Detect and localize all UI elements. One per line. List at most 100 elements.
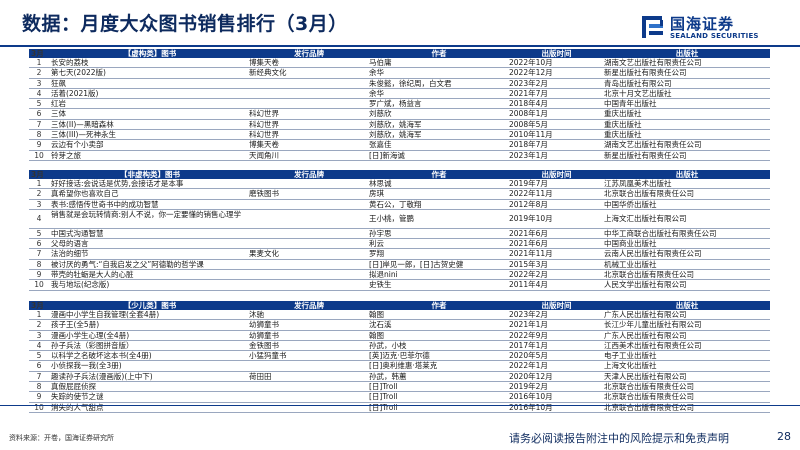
- cell-title: 失踪的使节之谜: [51, 392, 104, 402]
- cell-date: 2012年8月: [509, 199, 548, 209]
- cell-publisher: [249, 382, 369, 391]
- cell-publisher: [249, 99, 369, 108]
- cell-title: 狂飙: [51, 78, 66, 88]
- table-row: 9 云边有个小卖部 博集天卷 张嘉佳 2018年7月 湖南文艺出版社有限责任公司: [29, 140, 770, 151]
- cell-press: 湖南文艺出版社有限责任公司: [604, 140, 702, 150]
- cell-author: [英]迈克·巴菲尔德: [369, 351, 430, 361]
- header-cell-title: 【虚构类】图书: [123, 49, 177, 58]
- logo-name-en: SEALAND SECURITIES: [670, 32, 759, 40]
- table-row: 5 红岩 罗广斌，杨益言 2018年4月 中国青年出版社: [29, 99, 770, 110]
- cell-author: 史铁生: [369, 280, 392, 290]
- cell-rank: 1: [36, 179, 42, 188]
- cell-date: 2023年1月: [509, 150, 548, 160]
- cell-press: 中国商业出版社: [604, 239, 657, 249]
- table-row: 1 好好接话:会说话是优势,会接话才是本事 林思诚 2019年7月 江苏凤凰美术出版社: [29, 179, 770, 190]
- cell-press: 人民文学出版社有限公司: [604, 280, 687, 290]
- table-row: 10 铃芽之旅 天闻角川 [日]新海诚 2023年1月 新星出版社有限责任公司: [29, 151, 770, 161]
- cell-publisher: [249, 210, 369, 228]
- header-cell-press: 出版社: [675, 170, 699, 179]
- cell-rank: 1: [36, 58, 42, 67]
- cell-author: 沈石溪: [369, 320, 392, 330]
- cell-rank: 8: [36, 259, 42, 269]
- cell-title: 孙子兵法（彩图拼音版）: [51, 340, 134, 350]
- table-header: 3月 【虚构类】图书 发行品牌 作者 出版时间 出版社: [29, 49, 770, 58]
- cell-rank: 7: [36, 371, 42, 381]
- cell-author: [日]岸见一郎，[日]古贺史健: [369, 259, 464, 269]
- table-row: 9 带壳的牡蛎是大人的心脏 拟退nini 2022年2月 北京联合出版有限责任公司: [29, 270, 770, 281]
- table-row: 1 漫画中小学生自我管理(全套4册) 沐驰 翰图 2023年2月 广东人民出版社有限公司: [29, 310, 770, 321]
- cell-press: 湖南文艺出版社有限责任公司: [604, 58, 702, 67]
- cell-date: 2022年12月: [509, 68, 553, 78]
- cell-rank: 5: [36, 228, 42, 238]
- cell-author: 张嘉佳: [369, 140, 392, 150]
- header-cell-title: 【少儿类】图书: [123, 301, 177, 310]
- cell-date: 2019年10月: [509, 213, 553, 223]
- cell-author: 利云: [369, 239, 384, 249]
- table-row: 3 狂飙 朱俊懿，徐纪周，白文君 2023年2月 青岛出版社有限公司: [29, 79, 770, 89]
- cell-title: 表书:感悟传世奇书中的成功智慧: [51, 199, 159, 209]
- cell-publisher: [249, 280, 369, 289]
- cell-press: 北京联合出版有限责任公司: [604, 270, 694, 280]
- cell-press: 北京联合出版有限责任公司: [604, 392, 694, 402]
- cell-rank: 1: [36, 310, 42, 319]
- cell-date: 2017年1月: [509, 340, 548, 350]
- header-cell-title: 【非虚构类】图书: [120, 170, 180, 179]
- cell-press: 北京联合出版有限责任公司: [604, 382, 694, 392]
- cell-publisher: [249, 89, 369, 98]
- cell-title: 中国式沟通智慧: [51, 228, 104, 238]
- cell-rank: 2: [36, 189, 42, 199]
- fiction-ranking-table: 3月 【虚构类】图书 发行品牌 作者 出版时间 出版社 1 长安的荔枝 博集天卷 马伯庸 2022年…: [29, 49, 770, 161]
- cell-rank: 4: [36, 340, 42, 350]
- cell-date: 2008年1月: [509, 109, 548, 119]
- table-row: 4 销售就是会玩转情商:别人不说，你一定要懂的销售心理学 王小桃，管鹏 2019年10…: [29, 210, 770, 229]
- cell-rank: 9: [36, 392, 42, 402]
- cell-press: 广东人民出版社有限公司: [604, 330, 687, 340]
- table-row: 1 长安的荔枝 博集天卷 马伯庸 2022年10月 湖南文艺出版社有限责任公司: [29, 58, 770, 69]
- cell-title: 三体: [51, 109, 66, 119]
- table-row: 8 被讨厌的勇气:“自我启发之父”阿德勒的哲学课 [日]岸见一郎，[日]古贺史健 20…: [29, 259, 770, 271]
- table-row: 2 孩子王(全5册) 幼狮童书 沈石溪 2021年1月 长江少年儿童出版社有限公司: [29, 320, 770, 331]
- table-header: 3月 【少儿类】图书 发行品牌 作者 出版时间 出版社: [29, 301, 770, 310]
- cell-press: 重庆出版社: [604, 109, 642, 119]
- cell-title: 孩子王(全5册): [51, 320, 100, 330]
- cell-publisher: 幼狮童书: [249, 330, 279, 340]
- cell-author: 马伯庸: [369, 58, 392, 67]
- cell-publisher: [249, 270, 369, 279]
- cell-publisher: 天闻角川: [249, 150, 279, 160]
- cell-title: 三体(III)—死神永生: [51, 130, 116, 140]
- page-title: 数据：月度大众图书销售排行（3月）: [22, 13, 348, 35]
- cell-title: 云边有个小卖部: [51, 140, 104, 150]
- cell-author: [日]奥利维惠·塔莱克: [369, 361, 438, 371]
- cell-author: [日]Troll: [369, 392, 398, 402]
- cell-publisher: [249, 79, 369, 88]
- cell-author: 刘慈欣: [369, 109, 392, 119]
- cell-press: 电子工业出版社: [604, 351, 657, 361]
- cell-author: 罗广斌，杨益言: [369, 99, 422, 109]
- table-row: 6 父母的语言 利云 2021年6月 中国商业出版社: [29, 239, 770, 250]
- cell-title: 我与地坛(纪念版): [51, 280, 110, 290]
- cell-date: 2022年1月: [509, 361, 548, 371]
- cell-author: 孙武，小枝: [369, 340, 407, 350]
- cell-title: 活着(2021版): [51, 88, 99, 98]
- cell-publisher: [249, 361, 369, 370]
- cell-rank: 4: [36, 213, 42, 223]
- cell-publisher: 科幻世界: [249, 119, 279, 129]
- header-cell-rank: 3月: [31, 301, 44, 310]
- cell-publisher: [249, 200, 369, 209]
- header-cell-press: 出版社: [675, 301, 699, 310]
- table-row: 7 法治的细节 果麦文化 罗翔 2021年11月 云南人民出版社有限责任公司: [29, 249, 770, 260]
- table-header: 3月 【非虚构类】图书 发行品牌 作者 出版时间 出版社: [29, 170, 770, 179]
- table-row: 2 真希望你也喜欢自己 磨铁图书 房琪 2022年11月 北京联合出版有限责任公司: [29, 189, 770, 200]
- source-note: 资料来源：开卷，国海证券研究所: [9, 434, 114, 442]
- cell-rank: 8: [36, 130, 42, 140]
- cell-author: 孙武，韩蕙: [369, 371, 407, 381]
- cell-press: 广东人民出版社有限公司: [604, 310, 687, 319]
- header-cell-author: 作者: [431, 301, 447, 310]
- table-row: 8 三体(III)—死神永生 科幻世界 刘慈欣，姚海军 2010年11月 重庆出版社: [29, 130, 770, 141]
- cell-author: 拟退nini: [369, 270, 398, 280]
- cell-date: 2021年11月: [509, 249, 553, 259]
- header-cell-author: 作者: [431, 170, 447, 179]
- cell-date: 2023年2月: [509, 78, 548, 88]
- cell-author: 林思诚: [369, 179, 392, 188]
- cell-date: 2008年5月: [509, 119, 548, 129]
